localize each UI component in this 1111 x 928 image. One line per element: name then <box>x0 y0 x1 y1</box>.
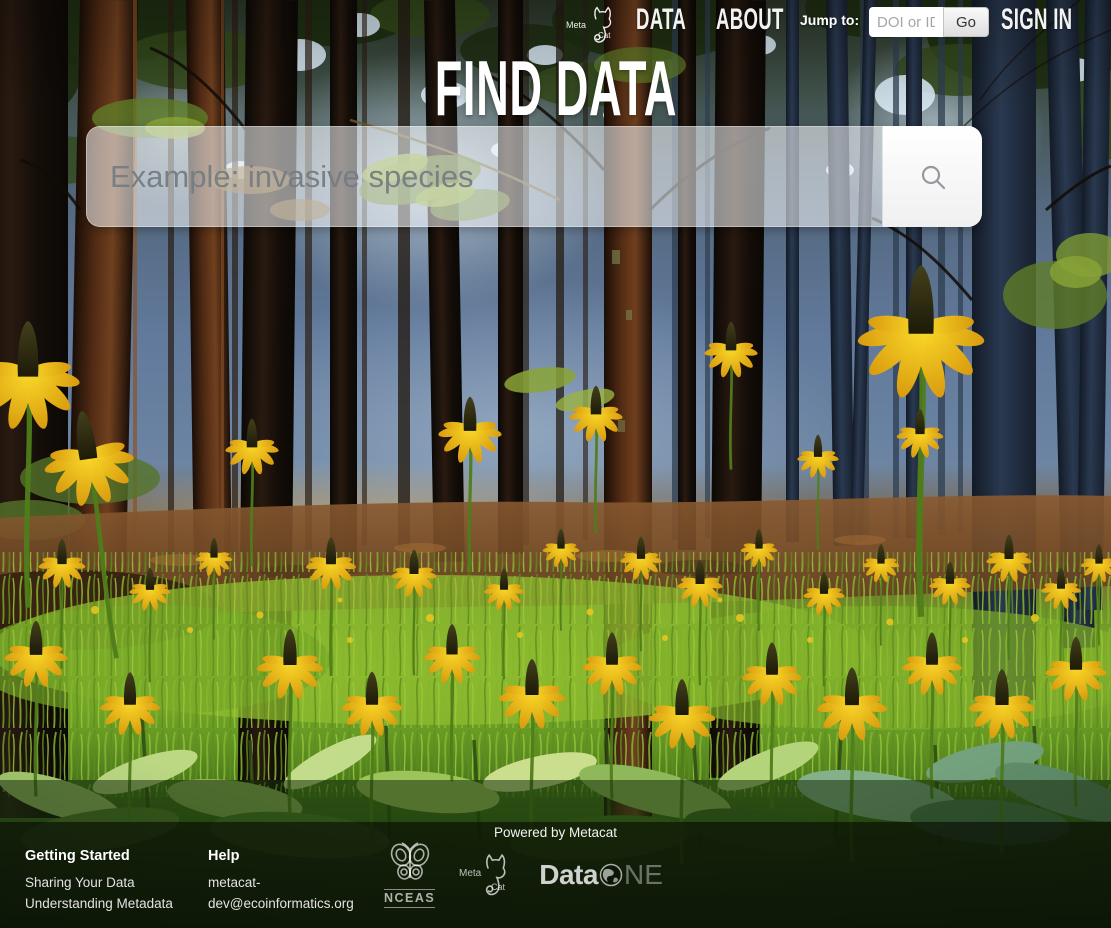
footer-link-help-email[interactable]: metacat-dev@ecoinformatics.org <box>208 872 386 914</box>
nceas-label: NCEAS <box>384 889 435 908</box>
getting-started-heading: Getting Started <box>25 848 195 864</box>
brand-cat-label: Cat <box>598 31 611 40</box>
top-navbar: Meta Cat DATA ABOUT Jump to: Go SIGN IN <box>0 0 1111 46</box>
powered-by-metacat-link[interactable]: Powered by Metacat <box>0 825 1111 840</box>
brand-meta-label: Meta <box>566 20 586 30</box>
footer-logos: NCEAS Meta Cat Data NE <box>384 842 663 908</box>
sign-in-link[interactable]: SIGN IN <box>1001 3 1072 37</box>
dataone-data-label: Data <box>539 859 598 891</box>
go-button[interactable]: Go <box>943 7 989 37</box>
nav-link-about[interactable]: ABOUT <box>716 3 784 37</box>
footer: Powered by Metacat Getting Started Shari… <box>0 822 1111 928</box>
jump-to-label: Jump to: <box>800 12 859 28</box>
main-search-box <box>86 126 982 227</box>
search-input[interactable] <box>86 126 882 227</box>
help-heading: Help <box>208 848 386 864</box>
footer-getting-started-column: Getting Started Sharing Your Data Unders… <box>25 848 195 914</box>
nceas-butterfly-icon <box>386 842 434 884</box>
dataone-globe-icon <box>598 862 624 888</box>
metacat-cat-logo[interactable]: Meta Cat <box>564 0 626 52</box>
metacat-footer-logo[interactable]: Meta Cat <box>459 842 515 908</box>
search-button[interactable] <box>882 126 982 227</box>
dataone-logo[interactable]: Data NE <box>539 859 663 891</box>
magnifier-icon <box>918 162 948 192</box>
footer-link-understanding-metadata[interactable]: Understanding Metadata <box>25 893 195 914</box>
metacat-cat-label: Cat <box>491 882 506 892</box>
metacat-meta-label: Meta <box>459 868 482 879</box>
footer-help-column: Help metacat-dev@ecoinformatics.org <box>208 848 386 914</box>
nceas-logo[interactable]: NCEAS <box>384 842 435 908</box>
footer-link-sharing-your-data[interactable]: Sharing Your Data <box>25 872 195 893</box>
dataone-ne-label: NE <box>624 859 663 891</box>
nav-link-data[interactable]: DATA <box>636 3 686 37</box>
jump-to-input[interactable] <box>869 7 943 37</box>
